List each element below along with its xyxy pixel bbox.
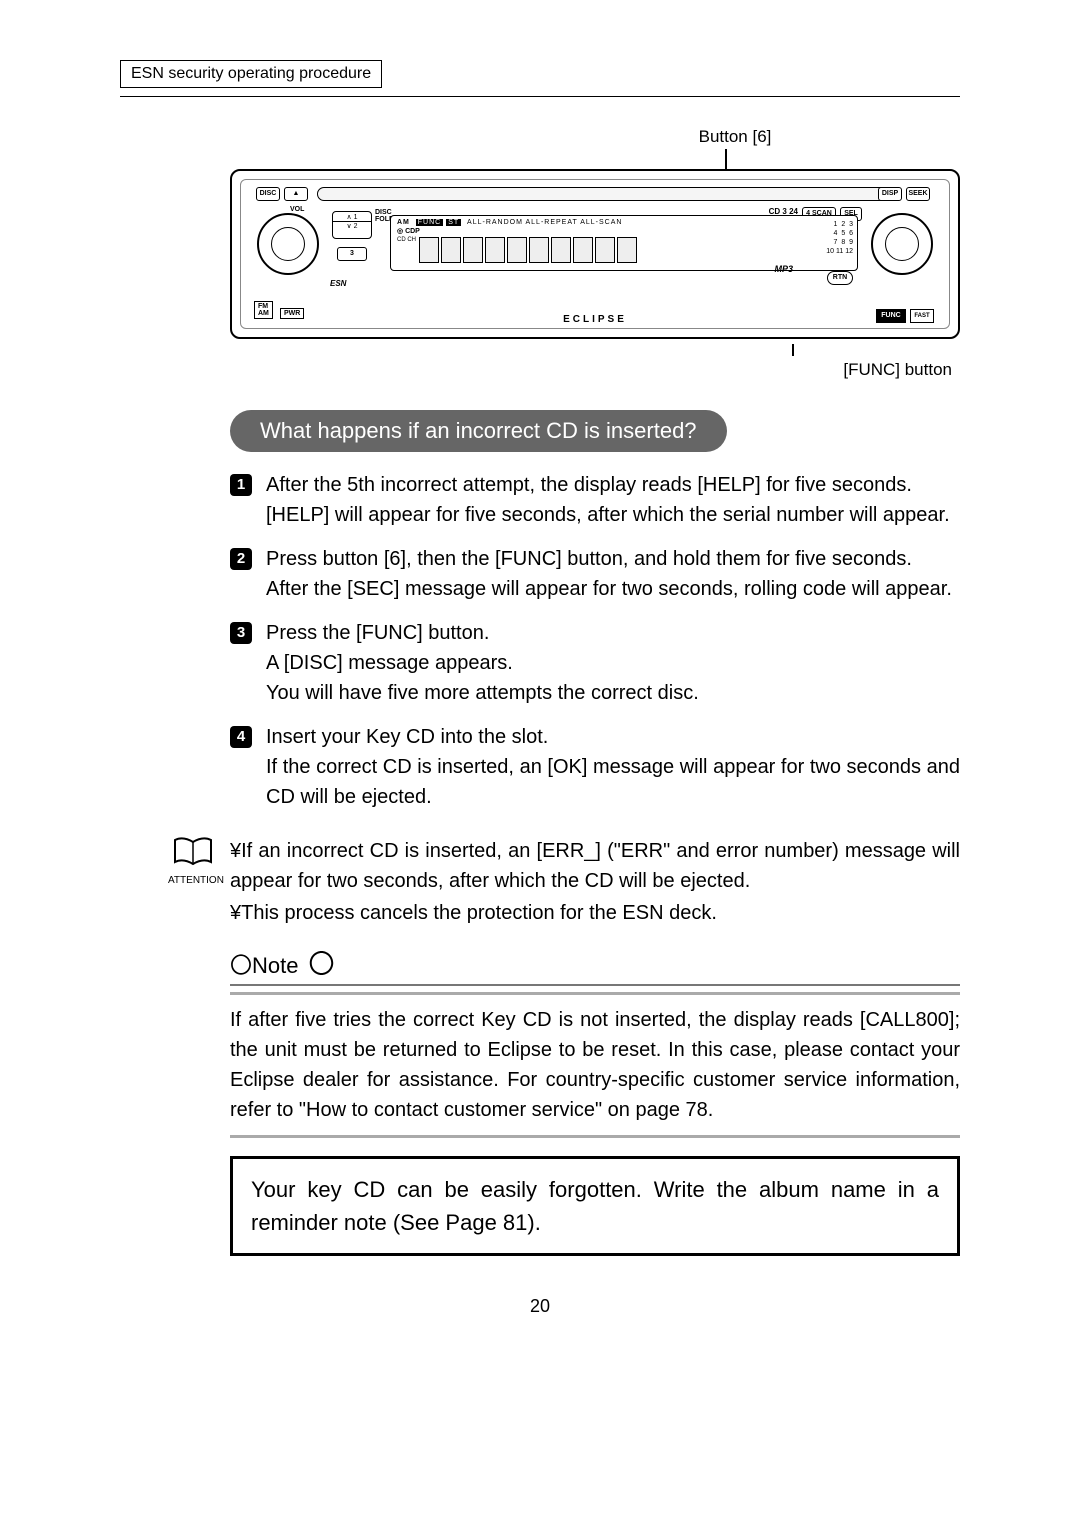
callout-button-6: Button [6] xyxy=(510,127,960,147)
button-3: 3 xyxy=(337,247,367,261)
eject-button: ▲ xyxy=(284,187,308,201)
seek-button: SEEK xyxy=(906,187,930,201)
vol-label: VOL xyxy=(290,206,304,213)
header-divider xyxy=(120,96,960,97)
step-4: 4 Insert your Key CD into the slot. If t… xyxy=(230,722,960,812)
rtn-button: RTN xyxy=(827,271,853,285)
disc-button: DISC xyxy=(256,187,280,201)
callout-func-button: [FUNC] button xyxy=(230,360,960,380)
esn-label: ESN xyxy=(330,279,346,288)
volume-knob xyxy=(257,213,319,275)
disp-button: DISP xyxy=(878,187,902,201)
mp3-label: MP3 xyxy=(774,264,793,274)
lcd-display: AM FUNC ST ALL-RANDOM ALL-REPEAT ALL-SCA… xyxy=(390,215,858,271)
step-number-badge: 1 xyxy=(230,474,252,496)
step-number-badge: 4 xyxy=(230,726,252,748)
fast-button: FAST xyxy=(910,309,934,323)
note-heading: 〇Note 〇 xyxy=(230,948,960,986)
cd-slot xyxy=(317,187,898,201)
step-2: 2 Press button [6], then the [FUNC] butt… xyxy=(230,544,960,604)
attention-icon: ATTENTION xyxy=(168,836,218,886)
step-3: 3 Press the [FUNC] button. A [DISC] mess… xyxy=(230,618,960,708)
note-bottom-rule xyxy=(230,1135,960,1138)
note-body: If after five tries the correct Key CD i… xyxy=(230,1005,960,1125)
attention-text: ¥If an incorrect CD is inserted, an [ERR… xyxy=(230,836,960,930)
reminder-box: Your key CD can be easily forgotten. Wri… xyxy=(230,1156,960,1256)
step-1: 1 After the 5th incorrect attempt, the d… xyxy=(230,470,960,530)
step-number-badge: 2 xyxy=(230,548,252,570)
page-number: 20 xyxy=(120,1296,960,1317)
callout-line-bottom xyxy=(792,344,794,356)
note-top-rule xyxy=(230,992,960,995)
func-button: FUNC xyxy=(876,309,906,323)
step-number-badge: 3 xyxy=(230,622,252,644)
brand-logo: ECLIPSE xyxy=(563,314,627,325)
disc-folder-rocker: ∧ 1 ∨ 2 xyxy=(332,211,372,239)
tune-knob xyxy=(871,213,933,275)
procedure-list: 1 After the 5th incorrect attempt, the d… xyxy=(230,470,960,812)
preset-numbers: 1 2 34 5 67 8 910 11 12 xyxy=(826,220,853,256)
content-area: Button [6] DISC ▲ DISP SEEK VOL ∧ 1 ∨ 2 … xyxy=(230,127,960,1256)
section-heading: What happens if an incorrect CD is inser… xyxy=(230,410,727,452)
car-stereo-diagram: DISC ▲ DISP SEEK VOL ∧ 1 ∨ 2 DISCFOLDER … xyxy=(230,169,960,339)
pwr-button: PWR xyxy=(280,308,304,319)
attention-block: ATTENTION ¥If an incorrect CD is inserte… xyxy=(230,836,960,930)
attention-label: ATTENTION xyxy=(168,875,218,886)
fm-am-button: FMAM xyxy=(254,301,273,319)
diamond-icon: 〇 xyxy=(308,951,334,977)
book-icon xyxy=(173,836,213,868)
callout-line-top xyxy=(725,149,727,169)
header-chapter-label: ESN security operating procedure xyxy=(120,60,382,88)
